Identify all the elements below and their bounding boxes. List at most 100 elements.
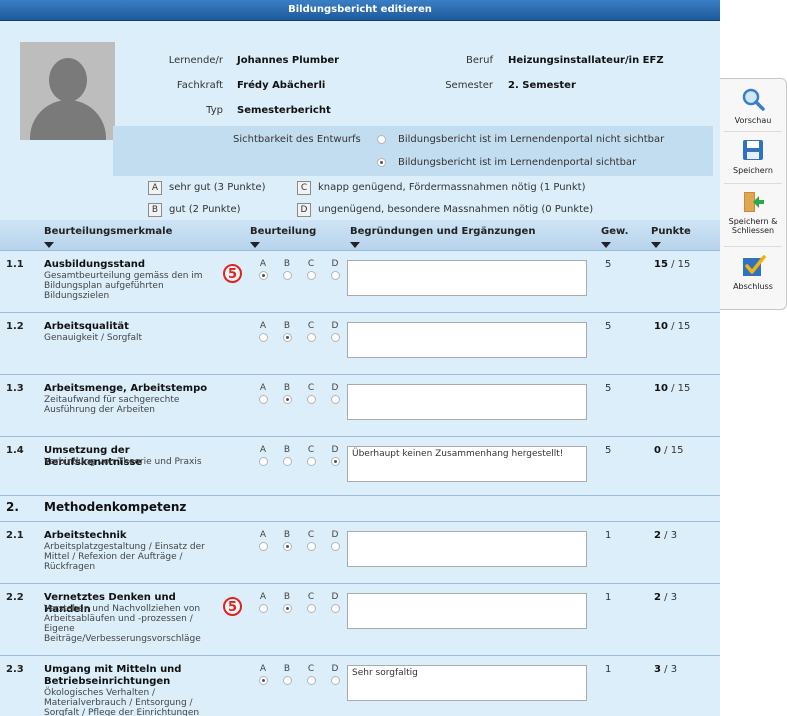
points-max: / 15: [671, 259, 691, 270]
justification-textarea[interactable]: [347, 322, 587, 358]
grade-radio[interactable]: [307, 676, 316, 685]
grade-radio[interactable]: [307, 542, 316, 551]
sort-arrow-icon[interactable]: [44, 242, 54, 248]
visibility-label: Sichtbarkeit des Entwurfs: [233, 134, 361, 145]
sort-arrow-icon[interactable]: [601, 242, 611, 248]
criteria-number: 2.2: [6, 592, 24, 603]
points-earned: 0: [654, 445, 661, 456]
grade-radio[interactable]: [307, 604, 316, 613]
visibility-radio-hidden[interactable]: [377, 135, 386, 144]
grade-radio[interactable]: [307, 457, 316, 466]
grade-radio[interactable]: [283, 271, 292, 280]
grade-radio[interactable]: [259, 457, 268, 466]
justification-textarea[interactable]: Überhaupt keinen Zusammenhang hergestell…: [347, 446, 587, 482]
criteria-title: Arbeitsqualität: [44, 321, 129, 332]
visibility-radio-visible[interactable]: [377, 158, 386, 167]
points-value: 3 / 3: [654, 664, 677, 675]
legend-key-c: C: [297, 181, 311, 195]
grade-letter: C: [307, 321, 315, 331]
criteria-number: 2.1: [6, 530, 24, 541]
grade-radio[interactable]: [307, 271, 316, 280]
justification-textarea[interactable]: [347, 593, 587, 629]
sidebar-divider: [724, 131, 782, 132]
grade-radio[interactable]: [283, 333, 292, 342]
fachkraft-label: Fachkraft: [176, 80, 223, 91]
legend-text-c: knapp genügend, Fördermassnahmen nötig (…: [318, 182, 586, 193]
weight-value: 5: [605, 321, 612, 332]
justification-textarea[interactable]: [347, 531, 587, 567]
points-max: / 15: [671, 321, 691, 332]
grade-letter: D: [331, 445, 339, 455]
grade-radio[interactable]: [283, 604, 292, 613]
grade-radio[interactable]: [259, 333, 268, 342]
sort-arrow-icon[interactable]: [651, 242, 661, 248]
points-earned: 3: [654, 664, 661, 675]
grade-radio[interactable]: [283, 457, 292, 466]
criteria-row: 2.1 Arbeitstechnik Arbeitsplatzgestaltung …: [0, 521, 720, 584]
speichern-schliessen-button[interactable]: Speichern & Schliessen: [720, 189, 786, 235]
grade-radio[interactable]: [331, 395, 340, 404]
sidebar-divider: [724, 246, 782, 247]
points-max: / 15: [671, 383, 691, 394]
checklist-icon: [740, 253, 766, 279]
grade-radio[interactable]: [259, 542, 268, 551]
col-begruendungen[interactable]: Begründungen und Ergänzungen: [350, 226, 535, 237]
grade-radio[interactable]: [307, 395, 316, 404]
semester-label: Semester: [445, 80, 493, 91]
points-earned: 10: [654, 321, 668, 332]
magnifier-icon: [740, 87, 766, 113]
grade-radio[interactable]: [331, 271, 340, 280]
avatar-head: [49, 58, 87, 102]
beruf-value: Heizungsinstallateur/in EFZ: [508, 55, 664, 66]
step-badge: 5: [223, 264, 242, 283]
grade-radio[interactable]: [331, 457, 340, 466]
grade-radio[interactable]: [331, 333, 340, 342]
grade-radio[interactable]: [331, 604, 340, 613]
col-punkte[interactable]: Punkte: [651, 226, 691, 237]
vorschau-button[interactable]: Vorschau: [720, 87, 786, 125]
criteria-number: 2.3: [6, 664, 24, 675]
grade-letter: B: [283, 664, 291, 674]
criteria-description: Gesamtbeurteilung gemäss den im Bildungs…: [44, 271, 203, 301]
legend-text-b: gut (2 Punkte): [169, 204, 241, 215]
grade-radio[interactable]: [259, 676, 268, 685]
sort-arrow-icon[interactable]: [350, 242, 360, 248]
sort-arrow-icon[interactable]: [250, 242, 260, 248]
col-merkmale[interactable]: Beurteilungsmerkmale: [44, 226, 172, 237]
grade-radio[interactable]: [331, 676, 340, 685]
grade-radio[interactable]: [283, 395, 292, 404]
lernende-value: Johannes Plumber: [237, 55, 340, 66]
points-value: 10 / 15: [654, 321, 690, 332]
criteria-description: Zeitaufwand für sachgerechte Ausführung …: [44, 395, 180, 415]
points-max: / 3: [664, 592, 678, 603]
grade-radio[interactable]: [307, 333, 316, 342]
speichern-label: Speichern: [733, 166, 773, 175]
grade-radio[interactable]: [259, 395, 268, 404]
justification-textarea[interactable]: [347, 260, 587, 296]
points-max: / 15: [664, 445, 684, 456]
col-gew[interactable]: Gew.: [601, 226, 628, 237]
abschluss-button[interactable]: Abschluss: [720, 253, 786, 291]
grade-radio[interactable]: [283, 542, 292, 551]
criteria-description: Verstehen und Nachvollziehen von Arbeits…: [44, 604, 201, 644]
grade-radio[interactable]: [259, 604, 268, 613]
grade-radio[interactable]: [259, 271, 268, 280]
speichern-schliessen-label: Speichern & Schliessen: [728, 217, 778, 235]
grade-radio[interactable]: [331, 542, 340, 551]
points-value: 10 / 15: [654, 383, 690, 394]
grade-letter: A: [259, 259, 267, 269]
visibility-option-label: Bildungsbericht ist im Lernendenportal s…: [398, 157, 637, 168]
grade-letter: B: [283, 321, 291, 331]
grade-letter: D: [331, 530, 339, 540]
col-beurteilung[interactable]: Beurteilung: [250, 226, 316, 237]
grade-letter: D: [331, 383, 339, 393]
window-title: Bildungsbericht editieren: [0, 0, 720, 21]
grade-radio[interactable]: [283, 676, 292, 685]
points-earned: 2: [654, 530, 661, 541]
justification-textarea[interactable]: [347, 384, 587, 420]
weight-value: 1: [605, 664, 612, 675]
speichern-button[interactable]: Speichern: [720, 137, 786, 175]
justification-textarea[interactable]: Sehr sorgfaltig: [347, 665, 587, 701]
column-header: Beurteilungsmerkmale Beurteilung Begründ…: [0, 220, 720, 251]
legend-key-d: D: [297, 203, 311, 217]
